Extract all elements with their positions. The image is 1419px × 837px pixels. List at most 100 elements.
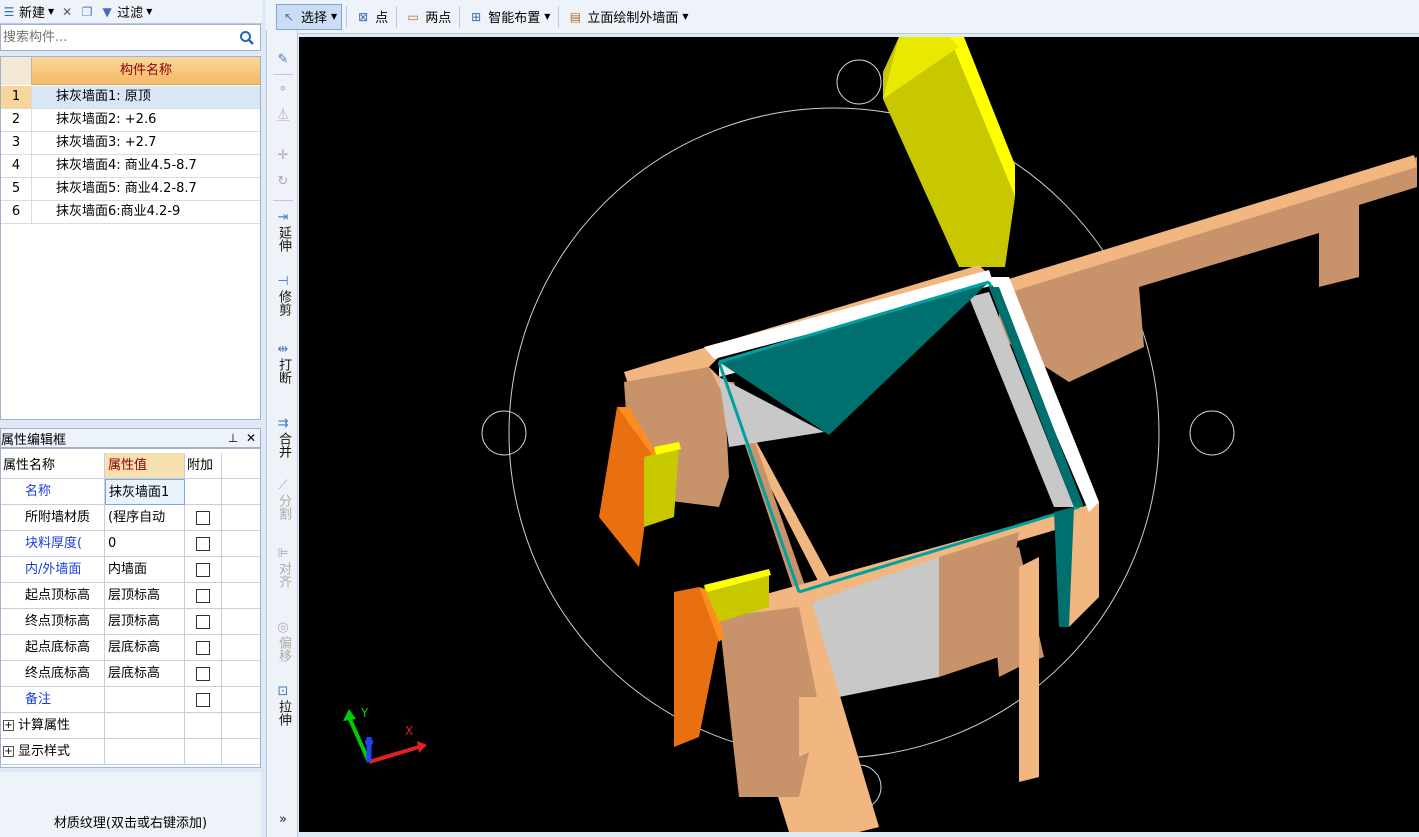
property-row-inner-outer: 内/外墙面 内墙面 xyxy=(1,557,260,583)
attach-checkbox[interactable] xyxy=(196,536,210,551)
rotate-tool[interactable]: ↻ xyxy=(267,174,299,190)
trim-icon: ⊣ xyxy=(277,274,289,289)
property-row-remark: 备注 xyxy=(1,687,260,713)
expand-icon[interactable]: + xyxy=(3,746,14,757)
property-row-name: 名称 抹灰墙面1 xyxy=(1,479,260,505)
two-point-button[interactable]: ▭ 两点 xyxy=(401,4,455,30)
point-button[interactable]: ⊠ 点 xyxy=(351,4,392,30)
merge-icon: ⇉ xyxy=(277,416,289,431)
property-group-calc[interactable]: + 计算属性 xyxy=(1,713,260,739)
property-value-input[interactable]: 层底标高 xyxy=(105,635,185,661)
attach-checkbox[interactable] xyxy=(196,640,210,655)
property-value-input[interactable]: 层顶标高 xyxy=(105,583,185,609)
copy-button[interactable]: ❐ xyxy=(80,5,94,19)
yellow-wall-element[interactable] xyxy=(883,37,1015,267)
property-value-input[interactable]: 抹灰墙面1 xyxy=(105,479,185,505)
search-box xyxy=(0,24,261,51)
delete-icon: ✕ xyxy=(62,4,73,19)
attach-checkbox[interactable] xyxy=(196,614,210,629)
list-item[interactable]: 6 抹灰墙面6:商业4.2-9 xyxy=(1,201,260,224)
mirror-icon: ⏅ xyxy=(276,108,290,123)
elevation-draw-button[interactable]: ▤ 立面绘制外墙面 ▼ xyxy=(563,4,692,30)
merge-tool[interactable]: ⇉ 合并 xyxy=(267,416,299,462)
orbit-handle-right[interactable] xyxy=(1189,410,1235,456)
expand-icon[interactable]: + xyxy=(3,720,14,731)
property-value-input[interactable]: 层顶标高 xyxy=(105,609,185,635)
component-list: 构件名称 1 抹灰墙面1: 原顶 2 抹灰墙面2: +2.6 3 抹灰墙面3: … xyxy=(0,56,261,420)
axis-y-label: Y xyxy=(360,706,369,720)
component-list-header: 构件名称 xyxy=(1,57,260,85)
attach-checkbox[interactable] xyxy=(196,666,210,681)
attach-checkbox[interactable] xyxy=(196,692,210,707)
orbit-handle-top[interactable] xyxy=(836,59,882,105)
pin-icon[interactable]: ⊥ xyxy=(224,431,242,445)
axis-x-label: X xyxy=(405,724,413,738)
filter-icon: ▼ xyxy=(102,4,112,19)
cursor-icon: ↖ xyxy=(283,9,295,24)
attach-checkbox[interactable] xyxy=(196,588,210,603)
elevation-icon: ▤ xyxy=(569,9,582,24)
long-wall-right[interactable] xyxy=(999,155,1417,382)
smart-layout-button[interactable]: ⊞ 智能布置 ▼ xyxy=(464,4,554,30)
3d-viewport[interactable]: Y X xyxy=(299,37,1419,832)
list-item[interactable]: 5 抹灰墙面5: 商业4.2-8.7 xyxy=(1,178,260,201)
property-value-input[interactable]: 内墙面 xyxy=(105,557,185,583)
more-tools-button[interactable]: » xyxy=(267,812,299,828)
status-strip xyxy=(299,832,1419,837)
point-icon: ⊠ xyxy=(358,9,369,24)
property-grid-header: 属性名称 属性值 附加 xyxy=(1,453,260,479)
stretch-tool[interactable]: ⊡ 拉伸 xyxy=(267,684,299,730)
offset-icon: ◎ xyxy=(277,620,289,635)
split-tool[interactable]: ⟋ 分割 xyxy=(267,478,299,524)
attach-checkbox[interactable] xyxy=(196,510,210,525)
chevron-double-down-icon: » xyxy=(279,812,287,827)
list-item[interactable]: 3 抹灰墙面3: +2.7 xyxy=(1,132,260,155)
search-button[interactable] xyxy=(234,25,260,50)
property-grid: 属性名称 属性值 附加 名称 抹灰墙面1 所附墙材质 (程序自动 块料厚度( 0… xyxy=(0,448,261,768)
attach-checkbox[interactable] xyxy=(196,562,210,577)
extend-tool[interactable]: ⇥ 延伸 xyxy=(267,210,299,256)
property-value-input[interactable]: (程序自动 xyxy=(105,505,185,531)
new-button[interactable]: ☰ 新建 ▼ xyxy=(2,2,55,22)
brush-tool[interactable]: ✎ xyxy=(267,52,299,68)
brush-icon: ✎ xyxy=(277,52,289,67)
split-icon: ⟋ xyxy=(278,478,288,493)
mirror-tool[interactable]: ⏅ xyxy=(267,108,299,124)
property-value-input[interactable] xyxy=(105,687,185,713)
copy-tool-icon: ⚬ xyxy=(277,82,289,97)
trim-tool[interactable]: ⊣ 修剪 xyxy=(267,274,299,320)
property-value-input[interactable]: 层底标高 xyxy=(105,661,185,687)
break-icon: ⇹ xyxy=(277,342,289,357)
two-point-icon: ▭ xyxy=(407,9,419,24)
new-icon: ☰ xyxy=(3,4,15,19)
chevron-down-icon[interactable]: ▼ xyxy=(331,12,337,21)
material-texture-area[interactable]: 材质纹理(双击或右键添加) xyxy=(0,772,261,837)
align-icon: ⊫ xyxy=(277,546,289,561)
property-row-start-top: 起点顶标高 层顶标高 xyxy=(1,583,260,609)
chevron-down-icon: ▼ xyxy=(48,7,55,16)
3d-model-canvas[interactable]: Y X xyxy=(299,37,1419,832)
list-item[interactable]: 1 抹灰墙面1: 原顶 xyxy=(1,86,260,109)
break-tool[interactable]: ⇹ 打断 xyxy=(267,342,299,388)
offset-tool[interactable]: ◎ 偏移 xyxy=(267,620,299,666)
stretch-icon: ⊡ xyxy=(277,684,289,699)
property-group-display[interactable]: + 显示样式 xyxy=(1,739,260,765)
orbit-handle-left[interactable] xyxy=(481,410,527,456)
component-toolbar: ☰ 新建 ▼ ✕ ❐ ▼ 过滤 ▼ xyxy=(0,0,262,24)
move-tool[interactable]: ✛ xyxy=(267,148,299,164)
list-item[interactable]: 2 抹灰墙面2: +2.6 xyxy=(1,109,260,132)
close-icon[interactable]: ✕ xyxy=(242,431,260,445)
align-tool[interactable]: ⊫ 对齐 xyxy=(267,546,299,592)
delete-button[interactable]: ✕ xyxy=(60,5,74,19)
property-value-input[interactable]: 0 xyxy=(105,531,185,557)
list-item[interactable]: 4 抹灰墙面4: 商业4.5-8.7 xyxy=(1,155,260,178)
move-icon: ✛ xyxy=(277,148,289,163)
property-panel-titlebar: 属性编辑框 ⊥ ✕ xyxy=(0,428,261,448)
draw-toolbar: ↖ 选择 ▼ ⊠ 点 ▭ 两点 ⊞ 智能布置 ▼ ▤ 立面绘制外墙面 ▼ xyxy=(266,0,1419,34)
rotate-icon: ↻ xyxy=(277,174,289,189)
filter-button[interactable]: ▼ 过滤 ▼ xyxy=(100,2,153,22)
copy-tool[interactable]: ⚬ xyxy=(267,82,299,98)
property-row-end-bottom: 终点底标高 层底标高 xyxy=(1,661,260,687)
search-input[interactable] xyxy=(1,25,234,50)
select-button[interactable]: ↖ 选择 ▼ xyxy=(276,3,343,30)
